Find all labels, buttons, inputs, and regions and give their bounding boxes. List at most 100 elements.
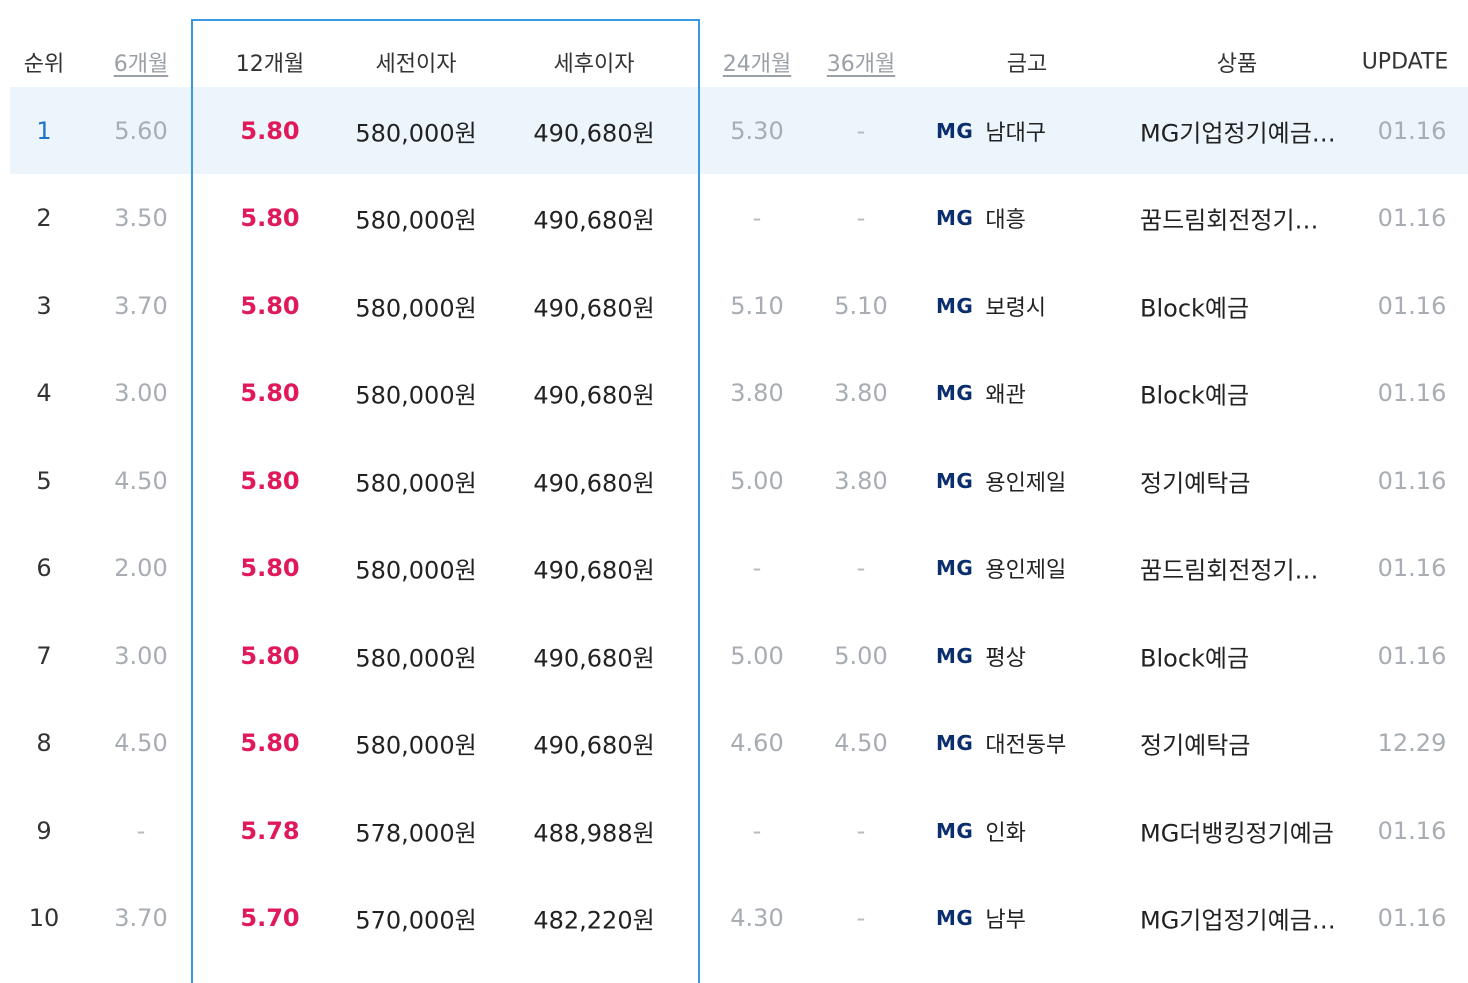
- bank-name: 대흥: [985, 208, 1026, 233]
- bank-name: 용인제일: [985, 558, 1067, 583]
- rate-36m-cell: 3.80: [834, 379, 888, 407]
- bank-cell[interactable]: MG 왜관: [936, 377, 1026, 409]
- product-link[interactable]: Block예금: [1140, 638, 1249, 673]
- table-row[interactable]: 10 3.70 5.70 570,000원 482,220원 4.30 - 01.16 MG 남부…: [10, 875, 1468, 962]
- rate-table: 순위 6개월 12개월 세전이자 세후이자 24개월 36개월 금고 상품 UP…: [0, 0, 1468, 983]
- rate-36m-cell: -: [856, 554, 866, 582]
- post-tax-interest-cell: 490,680원: [533, 731, 655, 760]
- update-date-cell: 01.16: [1377, 379, 1447, 407]
- header-12m: 12개월: [235, 52, 305, 77]
- update-date-cell: 01.16: [1377, 554, 1447, 582]
- bank-name: 용인제일: [985, 470, 1067, 496]
- table-row[interactable]: 3 3.70 5.80 580,000원 490,680원 5.10 5.10 01.16 MG…: [10, 262, 1468, 349]
- rate-36m-cell: -: [856, 904, 866, 932]
- bank-cell[interactable]: MG 인화: [936, 815, 1026, 847]
- rank-cell: 2: [36, 204, 52, 232]
- bank-name: 인화: [985, 820, 1026, 846]
- mg-logo-icon: MG: [936, 118, 974, 143]
- table-row[interactable]: 4 3.00 5.80 580,000원 490,680원 3.80 3.80 01.16 MG…: [10, 350, 1468, 437]
- post-tax-interest-cell: 490,680원: [533, 381, 655, 410]
- rate-12m-cell: 5.80: [240, 729, 300, 757]
- header-24m-sort[interactable]: 24개월: [723, 46, 791, 78]
- rate-6m-cell: 5.60: [114, 116, 168, 145]
- rate-24m-cell: 4.60: [730, 729, 784, 757]
- header-product: 상품: [1216, 52, 1258, 77]
- product-link[interactable]: Block예금: [1140, 288, 1249, 323]
- bank-cell[interactable]: MG 남부: [936, 902, 1026, 934]
- rate-6m-cell: -: [136, 816, 146, 845]
- table-row[interactable]: 9 - 5.78 578,000원 488,988원 - - 01.16 MG 인화 MG더뱅킹정기…: [10, 787, 1468, 874]
- rate-24m-cell: 3.80: [730, 379, 784, 407]
- bank-name: 보령시: [985, 295, 1047, 321]
- bank-name: 왜관: [985, 383, 1026, 408]
- product-link[interactable]: 정기예탁금: [1140, 463, 1250, 498]
- rate-12m-cell: 5.78: [240, 816, 300, 845]
- mg-logo-icon: MG: [936, 293, 974, 318]
- product-link[interactable]: MG기업정기예금…: [1140, 901, 1336, 936]
- post-tax-interest-cell: 490,680원: [533, 644, 655, 672]
- header-36m-sort[interactable]: 36개월: [827, 46, 895, 78]
- rate-12m-cell: 5.80: [240, 291, 300, 320]
- table-row[interactable]: 5 4.50 5.80 580,000원 490,680원 5.00 3.80 01.16 MG…: [10, 437, 1468, 524]
- mg-logo-icon: MG: [936, 643, 974, 668]
- rate-6m-cell: 4.50: [114, 729, 168, 757]
- rank-cell: 3: [36, 291, 52, 320]
- product-link[interactable]: MG기업정기예금…: [1140, 113, 1336, 148]
- bank-cell[interactable]: MG 대흥: [936, 202, 1026, 234]
- update-date-cell: 01.16: [1377, 904, 1447, 932]
- header-update: UPDATE: [1361, 49, 1449, 75]
- rank-cell: 6: [36, 554, 52, 582]
- bank-cell[interactable]: MG 대전동부: [936, 727, 1066, 759]
- table-row[interactable]: 2 3.50 5.80 580,000원 490,680원 - - 01.16 MG 대흥 꿈드림회…: [10, 175, 1468, 262]
- product-link[interactable]: 정기예탁금: [1140, 726, 1250, 761]
- pre-tax-interest-cell: 580,000원: [355, 381, 477, 410]
- pre-tax-interest-cell: 580,000원: [355, 469, 477, 497]
- bank-cell[interactable]: MG 남대구: [936, 115, 1046, 147]
- bank-name: 남부: [985, 908, 1026, 933]
- rate-12m-cell: 5.80: [240, 641, 300, 670]
- product-link[interactable]: 꿈드림회전정기…: [1140, 201, 1319, 236]
- rate-36m-cell: -: [856, 816, 866, 845]
- rank-cell: 4: [36, 379, 52, 407]
- mg-logo-icon: MG: [936, 206, 974, 230]
- update-date-cell: 01.16: [1377, 641, 1447, 670]
- mg-logo-icon: MG: [936, 818, 974, 843]
- mg-logo-icon: MG: [936, 381, 974, 405]
- rank-cell: 1: [36, 116, 52, 145]
- rate-12m-cell: 5.80: [240, 204, 300, 232]
- rate-6m-cell: 4.50: [114, 466, 168, 495]
- rate-12m-cell: 5.80: [240, 116, 300, 145]
- rate-36m-cell: -: [856, 204, 866, 232]
- rate-36m-cell: 4.50: [834, 729, 888, 757]
- header-post-tax: 세후이자: [553, 52, 635, 77]
- pre-tax-interest-cell: 580,000원: [355, 644, 477, 672]
- post-tax-interest-cell: 490,680원: [533, 119, 655, 147]
- product-link[interactable]: Block예금: [1140, 376, 1249, 411]
- pre-tax-interest-cell: 578,000원: [355, 819, 477, 847]
- bank-cell[interactable]: MG 보령시: [936, 290, 1046, 322]
- pre-tax-interest-cell: 580,000원: [355, 556, 477, 585]
- bank-cell[interactable]: MG 용인제일: [936, 465, 1066, 497]
- mg-logo-icon: MG: [936, 731, 974, 755]
- bank-cell[interactable]: MG 용인제일: [936, 552, 1066, 584]
- rate-6m-cell: 2.00: [114, 554, 168, 582]
- mg-logo-icon: MG: [936, 906, 974, 930]
- rate-24m-cell: -: [752, 204, 762, 232]
- bank-cell[interactable]: MG 평상: [936, 640, 1026, 672]
- pre-tax-interest-cell: 570,000원: [355, 906, 477, 935]
- product-link[interactable]: 꿈드림회전정기…: [1140, 551, 1319, 586]
- table-row[interactable]: 7 3.00 5.80 580,000원 490,680원 5.00 5.00 01.16 MG…: [10, 612, 1468, 699]
- rate-36m-cell: 3.80: [834, 466, 888, 495]
- rank-cell: 9: [36, 816, 52, 845]
- rate-36m-cell: 5.00: [834, 641, 888, 670]
- rate-24m-cell: -: [752, 554, 762, 582]
- header-rank: 순위: [23, 52, 65, 77]
- rate-24m-cell: 5.10: [730, 291, 784, 320]
- rate-12m-cell: 5.80: [240, 466, 300, 495]
- table-row[interactable]: 6 2.00 5.80 580,000원 490,680원 - - 01.16 MG 용인제일 꿈드…: [10, 525, 1468, 612]
- table-row[interactable]: 1 5.60 5.80 580,000원 490,680원 5.30 - 01.16 MG 남대구…: [10, 87, 1468, 174]
- header-6m-sort[interactable]: 6개월: [114, 46, 168, 78]
- table-row[interactable]: 8 4.50 5.80 580,000원 490,680원 4.60 4.50 12.29 MG…: [10, 700, 1468, 787]
- product-link[interactable]: MG더뱅킹정기예금: [1140, 813, 1334, 848]
- rank-cell: 10: [28, 904, 60, 932]
